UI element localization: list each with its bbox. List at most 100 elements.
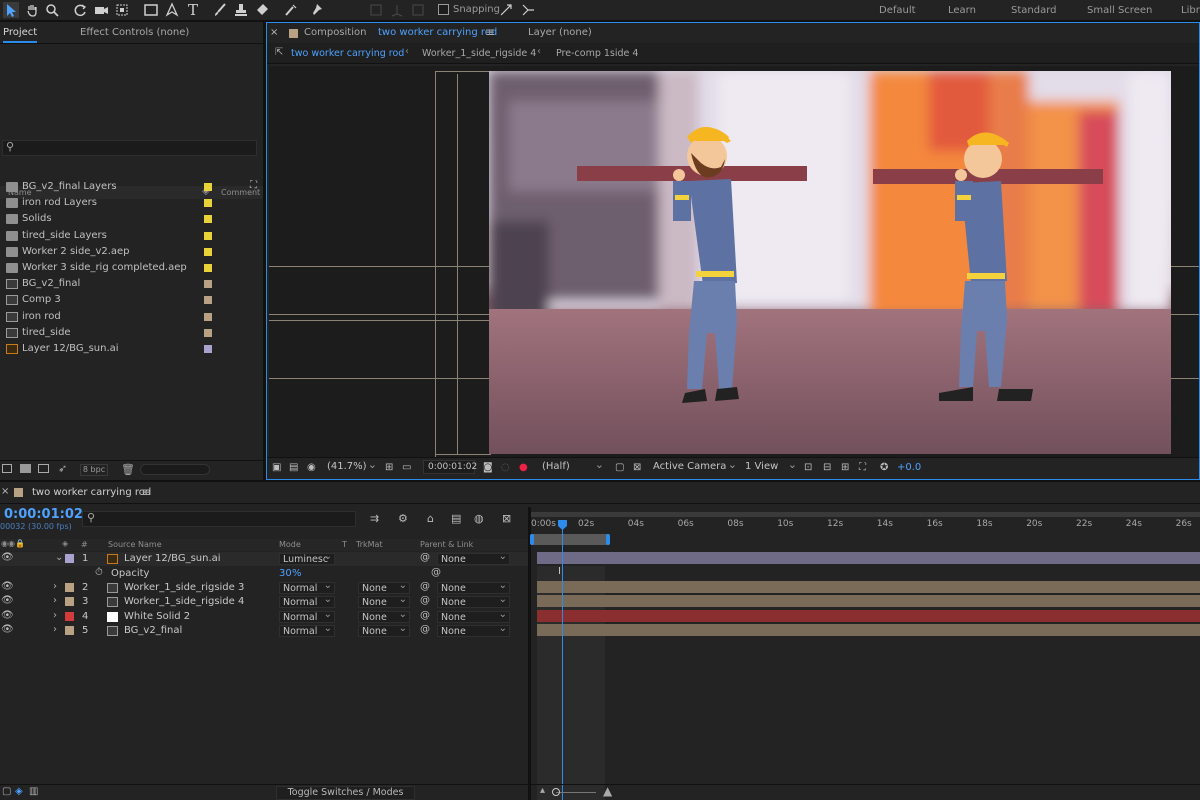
workspace-libraries[interactable]: Libra [1181, 5, 1200, 16]
layer-search-input[interactable]: ⚲ [82, 511, 356, 527]
layer-row[interactable]: 👁 › 5 BG_v2_final Normal None @ None [0, 623, 528, 638]
blend-mode-select[interactable]: Normal [279, 609, 335, 623]
color-channels-icon[interactable]: ● [519, 462, 528, 473]
toggle-switches-modes-button[interactable]: Toggle Switches / Modes [276, 786, 415, 800]
opacity-value[interactable]: 30 [279, 568, 292, 579]
layer-duration-bar[interactable] [537, 624, 1200, 636]
in-out-icon[interactable]: ▥ [29, 786, 38, 797]
tab-effect-controls[interactable]: Effect Controls (none) [80, 27, 189, 38]
draft-3d-icon[interactable]: ⚙ [398, 512, 408, 525]
track-matte-select[interactable]: None [358, 580, 410, 594]
view-layout-select[interactable]: 1 View [745, 458, 797, 475]
motion-blur-icon[interactable]: ◍ [474, 512, 484, 525]
layer-name[interactable]: Worker_1_side_rigside 4 [124, 596, 244, 607]
label-color-swatch[interactable] [204, 264, 212, 272]
eye-icon[interactable]: 👁 [1, 552, 14, 563]
layer-name[interactable]: Layer 12/BG_sun.ai [124, 553, 221, 564]
composition-viewer[interactable] [269, 66, 1199, 457]
blend-mode-select[interactable]: Normal [279, 594, 335, 608]
new-composition-icon[interactable] [38, 464, 49, 473]
label-column-icon[interactable]: ◈ [62, 539, 68, 548]
rectangle-tool-icon[interactable] [143, 2, 159, 18]
track-matte-select[interactable]: None [358, 609, 410, 623]
label-color-swatch[interactable] [204, 215, 212, 224]
column-t[interactable]: T [342, 540, 347, 549]
project-item[interactable]: tired_side [0, 325, 263, 341]
project-item[interactable]: tired_side Layers [0, 228, 263, 244]
blend-mode-select[interactable]: Normal [279, 580, 335, 594]
camera-tool-icon[interactable] [93, 2, 109, 18]
chevron-right-icon[interactable]: › [53, 610, 57, 621]
frame-blending-icon[interactable]: ▤ [451, 512, 461, 525]
close-icon[interactable]: × [270, 27, 278, 38]
vr-headset-icon[interactable]: ◉ [307, 462, 316, 473]
layer-row[interactable]: 👁 › 2 Worker_1_side_rigside 3 Normal None @ Non… [0, 580, 528, 595]
timeline-timecode[interactable]: 0:00:01:02 [4, 507, 83, 522]
zoom-in-icon[interactable]: ▲ [603, 784, 612, 798]
workspace-standard[interactable]: Standard [1011, 5, 1057, 16]
brush-tool-icon[interactable] [212, 2, 228, 18]
pan-behind-tool-icon[interactable] [114, 2, 130, 18]
selection-tool-icon[interactable] [3, 2, 19, 18]
eye-icon[interactable]: 👁 [1, 624, 14, 635]
clone-stamp-tool-icon[interactable] [233, 2, 249, 18]
parent-select[interactable]: None [437, 623, 510, 637]
parent-select[interactable]: None [437, 580, 510, 594]
pickwhip-icon[interactable]: @ [420, 552, 430, 563]
project-item[interactable]: Worker 2 side_v2.aep [0, 244, 263, 260]
pickwhip-icon[interactable]: @ [420, 624, 430, 635]
layer-duration-bar[interactable] [537, 552, 1200, 564]
parent-select[interactable]: None [437, 594, 510, 608]
work-area-end-handle[interactable] [606, 534, 610, 545]
resolution-select[interactable]: (Half) [542, 458, 604, 475]
snap-edges-icon[interactable] [520, 2, 536, 18]
label-color-swatch[interactable] [204, 231, 212, 240]
parent-select[interactable]: None [437, 609, 510, 623]
column-trkmat[interactable]: TrkMat [356, 540, 383, 549]
label-color-swatch[interactable] [204, 296, 212, 305]
layer-duration-bar[interactable] [537, 610, 1200, 622]
timeline-icon[interactable]: ⊞ [841, 462, 849, 473]
fast-previews-icon[interactable]: ⊟ [823, 462, 831, 473]
exposure-value[interactable]: +0.0 [897, 462, 921, 473]
snapshot-camera-icon[interactable]: ◙ [483, 462, 493, 473]
composition-flowchart-icon[interactable]: ⇉ [370, 512, 379, 525]
label-color-swatch[interactable] [204, 183, 212, 191]
breadcrumb-item-1[interactable]: Worker_1_side_rigside 4 [422, 48, 536, 59]
project-item[interactable]: BG_v2_final Layers [0, 179, 263, 195]
workspace-default[interactable]: Default [879, 5, 916, 16]
type-tool-icon[interactable]: T [185, 1, 201, 19]
zoom-tool-icon[interactable] [44, 2, 60, 18]
layer-switches-icon[interactable]: ▢ [2, 786, 11, 797]
eraser-tool-icon[interactable] [254, 2, 270, 18]
pickwhip-icon[interactable]: @ [431, 567, 441, 578]
mask-visibility-icon[interactable]: ▭ [402, 462, 411, 473]
layer-name[interactable]: Worker_1_side_rigside 3 [124, 582, 244, 593]
shy-layers-icon[interactable]: ⌂ [427, 512, 434, 525]
time-navigator[interactable] [531, 512, 1200, 517]
label-color-swatch[interactable] [204, 199, 212, 208]
vr-icon[interactable]: ▤ [289, 462, 298, 473]
new-folder-icon[interactable] [20, 464, 31, 473]
zoom-slider-thumb[interactable] [552, 788, 560, 796]
pen-tool-icon[interactable] [164, 2, 180, 18]
tab-layer[interactable]: Layer (none) [528, 27, 592, 38]
breadcrumb-item-0[interactable]: two worker carrying rod [291, 48, 404, 59]
region-of-interest-icon[interactable]: ▢ [615, 462, 624, 473]
chevron-down-icon[interactable]: ⌄ [55, 552, 63, 563]
eye-icon[interactable]: 👁 [1, 595, 14, 606]
label-color-swatch[interactable] [65, 583, 74, 592]
layer-name[interactable]: White Solid 2 [124, 611, 190, 622]
layer-row[interactable]: 👁 › 4 White Solid 2 Normal None @ None [0, 609, 528, 624]
tab-project[interactable]: Project [3, 27, 38, 43]
pickwhip-icon[interactable]: @ [420, 610, 430, 621]
column-source-name[interactable]: Source Name [108, 540, 162, 549]
project-item[interactable]: iron rod Layers [0, 195, 263, 211]
chevron-right-icon[interactable]: › [53, 581, 57, 592]
panel-menu-icon[interactable]: ≡ [141, 485, 151, 499]
label-color-swatch[interactable] [204, 280, 212, 289]
trash-icon[interactable]: 🗑 [121, 463, 135, 476]
project-item[interactable]: Solids [0, 211, 263, 227]
layer-name[interactable]: BG_v2_final [124, 625, 182, 636]
bit-depth-button[interactable]: 8 bpc [80, 464, 108, 476]
